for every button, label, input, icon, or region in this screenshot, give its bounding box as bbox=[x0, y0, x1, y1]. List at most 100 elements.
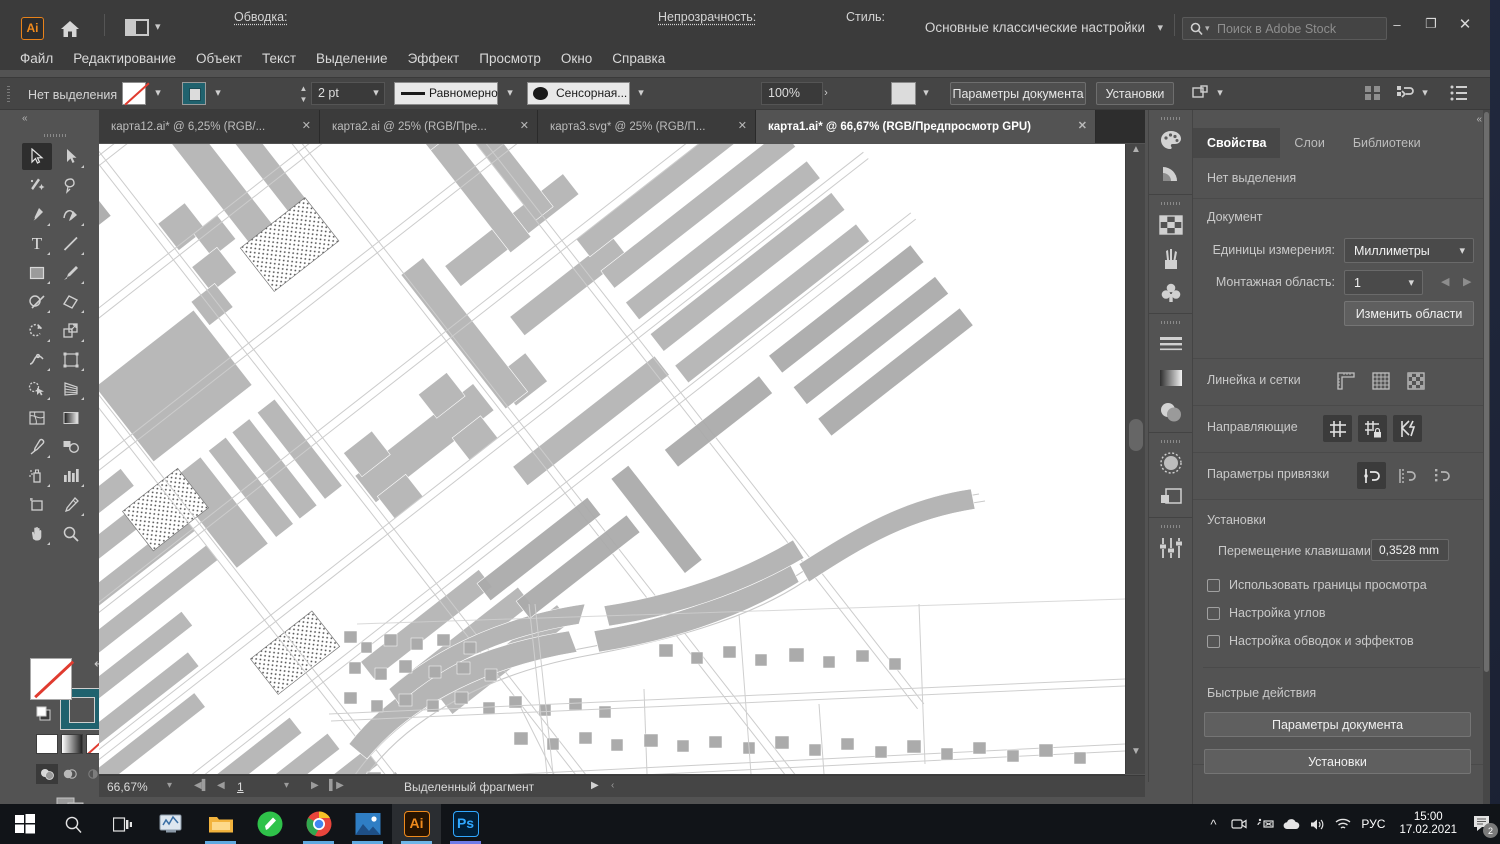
checkbox-box[interactable] bbox=[1207, 607, 1220, 620]
brushes-panel-icon[interactable] bbox=[1149, 242, 1193, 276]
tool-blend[interactable] bbox=[54, 432, 88, 461]
chevron-down-icon[interactable]: ▾ bbox=[1157, 21, 1163, 34]
tool-pen[interactable] bbox=[20, 200, 54, 229]
edit-artboards-button[interactable]: Изменить области bbox=[1344, 301, 1474, 326]
quick-action-document-setup[interactable]: Параметры документа bbox=[1204, 712, 1471, 737]
color-panel-icon[interactable] bbox=[1149, 123, 1193, 157]
rail-grip[interactable] bbox=[1161, 117, 1181, 120]
tool-shape-builder[interactable] bbox=[20, 374, 54, 403]
preferences-button[interactable]: Установки bbox=[1096, 82, 1174, 105]
tools-panel-grip[interactable] bbox=[44, 134, 66, 137]
collapse-panel-icon[interactable]: « bbox=[22, 113, 28, 124]
tool-gradient[interactable] bbox=[54, 403, 88, 432]
document-tab-karta12[interactable]: карта12.ai* @ 6,25% (RGB/... ✕ bbox=[99, 110, 320, 143]
artboard-chevron-down-icon[interactable]: ▾ bbox=[284, 780, 289, 791]
notifications-icon[interactable]: 2 bbox=[1466, 804, 1500, 844]
align-icon[interactable] bbox=[1364, 85, 1382, 104]
units-select[interactable]: Миллиметры ▾ bbox=[1344, 238, 1474, 263]
menu-item-window[interactable]: Окно bbox=[561, 51, 592, 66]
brush-definition-chevron-down-icon[interactable]: ▾ bbox=[631, 82, 651, 105]
menu-item-file[interactable]: Файл bbox=[20, 51, 53, 66]
notes-app-icon[interactable] bbox=[245, 804, 294, 844]
fill-swatch-none[interactable] bbox=[30, 658, 72, 700]
tool-width[interactable] bbox=[20, 345, 54, 374]
rail-grip-4[interactable] bbox=[1161, 440, 1181, 443]
onedrive-sync-icon[interactable] bbox=[1252, 804, 1278, 844]
photos-app-icon[interactable] bbox=[343, 804, 392, 844]
properties-panel-scrollbar[interactable] bbox=[1483, 110, 1490, 804]
snap-to-grid-icon[interactable] bbox=[1392, 462, 1421, 489]
close-icon[interactable]: ✕ bbox=[1078, 119, 1087, 132]
tab-libraries[interactable]: Библиотеки bbox=[1339, 128, 1435, 158]
back-icon[interactable]: ‹ bbox=[611, 780, 614, 791]
color-mode-button[interactable] bbox=[36, 734, 58, 754]
color-guide-icon[interactable] bbox=[1149, 157, 1193, 191]
lock-guides-icon[interactable] bbox=[1358, 415, 1387, 442]
previous-artboard-icon[interactable]: ◀ bbox=[1441, 275, 1449, 288]
tool-perspective-grid[interactable] bbox=[54, 374, 88, 403]
rail-grip-5[interactable] bbox=[1161, 525, 1181, 528]
rail-grip-3[interactable] bbox=[1161, 321, 1181, 324]
show-rulers-icon[interactable] bbox=[1333, 369, 1359, 393]
tool-shaper[interactable] bbox=[20, 287, 54, 316]
zoom-level-input[interactable]: 66,67% bbox=[107, 780, 148, 794]
task-view-icon[interactable] bbox=[98, 804, 147, 844]
document-setup-button[interactable]: Параметры документа bbox=[950, 82, 1086, 105]
gradient-mode-button[interactable] bbox=[61, 734, 83, 754]
next-artboard-icon[interactable]: ▶ bbox=[1463, 275, 1471, 288]
symbols-panel-icon[interactable] bbox=[1149, 276, 1193, 310]
language-indicator[interactable]: РУС bbox=[1356, 804, 1390, 844]
artboard-map-drawing[interactable] bbox=[99, 144, 1125, 774]
control-bar-grip[interactable] bbox=[7, 86, 10, 103]
tool-type[interactable]: T bbox=[20, 229, 54, 258]
document-tab-karta1[interactable]: карта1.ai* @ 66,67% (RGB/Предпросмотр GP… bbox=[756, 110, 1096, 143]
close-button[interactable]: ✕ bbox=[1448, 10, 1482, 38]
fill-dropdown-chevron-down-icon[interactable]: ▾ bbox=[148, 82, 168, 105]
swatches-panel-icon[interactable] bbox=[1149, 208, 1193, 242]
clock[interactable]: 15:00 17.02.2021 bbox=[1390, 811, 1466, 837]
graphic-style-swatch[interactable] bbox=[891, 82, 916, 105]
adobe-photoshop-icon[interactable]: Ps bbox=[441, 804, 490, 844]
stroke-weight-chevron-down-icon[interactable]: ▾ bbox=[366, 82, 386, 105]
show-transparency-grid-icon[interactable] bbox=[1403, 369, 1429, 393]
home-icon[interactable] bbox=[58, 17, 82, 40]
artboard-number-input[interactable]: 1 bbox=[237, 780, 244, 794]
tool-direct-selection[interactable] bbox=[54, 142, 88, 171]
workspace-switcher-label[interactable]: Основные классические настройки bbox=[925, 20, 1145, 35]
close-icon[interactable]: ✕ bbox=[302, 119, 311, 132]
tool-curvature[interactable] bbox=[54, 200, 88, 229]
arrange-chevron-down-icon[interactable]: ▾ bbox=[1415, 82, 1435, 105]
tab-layers[interactable]: Слои bbox=[1280, 128, 1338, 158]
stroke-profile-chevron-down-icon[interactable]: ▾ bbox=[500, 82, 520, 105]
tool-artboard[interactable] bbox=[20, 490, 54, 519]
tool-hand[interactable] bbox=[20, 519, 54, 548]
volume-icon[interactable] bbox=[1304, 804, 1330, 844]
document-tab-karta2[interactable]: карта2.ai @ 25% (RGB/Пре... ✕ bbox=[320, 110, 538, 143]
menu-item-object[interactable]: Объект bbox=[196, 51, 242, 66]
arrange-documents-icon[interactable]: ▾ bbox=[125, 17, 169, 39]
show-grid-icon[interactable] bbox=[1368, 369, 1394, 393]
transform-chevron-down-icon[interactable]: ▾ bbox=[1210, 82, 1230, 105]
expand-panels-icon[interactable]: « bbox=[1476, 114, 1482, 125]
panel-options-icon[interactable] bbox=[1450, 85, 1468, 104]
arrange-objects-icon[interactable] bbox=[1396, 84, 1414, 105]
app-monitor-icon[interactable] bbox=[147, 804, 196, 844]
tool-symbol-sprayer[interactable] bbox=[20, 461, 54, 490]
transparency-panel-icon[interactable] bbox=[1149, 395, 1193, 429]
layers-panel-icon[interactable] bbox=[1149, 480, 1193, 514]
chevron-down-icon[interactable]: ▾ bbox=[1408, 276, 1414, 289]
properties-scroll-thumb[interactable] bbox=[1484, 112, 1489, 672]
chevron-down-icon[interactable]: ▾ bbox=[1205, 23, 1210, 34]
keyboard-increment-input[interactable]: 0,3528 mm bbox=[1371, 539, 1449, 561]
document-tab-karta3[interactable]: карта3.svg* @ 25% (RGB/П... ✕ bbox=[538, 110, 756, 143]
gradient-panel-icon[interactable] bbox=[1149, 361, 1193, 395]
menu-item-view[interactable]: Просмотр bbox=[479, 51, 541, 66]
tab-properties[interactable]: Свойства bbox=[1193, 128, 1280, 158]
wifi-icon[interactable] bbox=[1330, 804, 1356, 844]
checkbox-scale-strokes-effects[interactable]: Настройка обводок и эффектов bbox=[1207, 634, 1414, 648]
menu-item-effect[interactable]: Эффект bbox=[408, 51, 460, 66]
checkbox-use-preview-bounds[interactable]: Использовать границы просмотра bbox=[1207, 578, 1427, 592]
graphic-style-chevron-down-icon[interactable]: ▾ bbox=[916, 82, 936, 105]
tool-lasso[interactable] bbox=[54, 171, 88, 200]
default-fill-stroke-icon[interactable] bbox=[36, 706, 52, 725]
